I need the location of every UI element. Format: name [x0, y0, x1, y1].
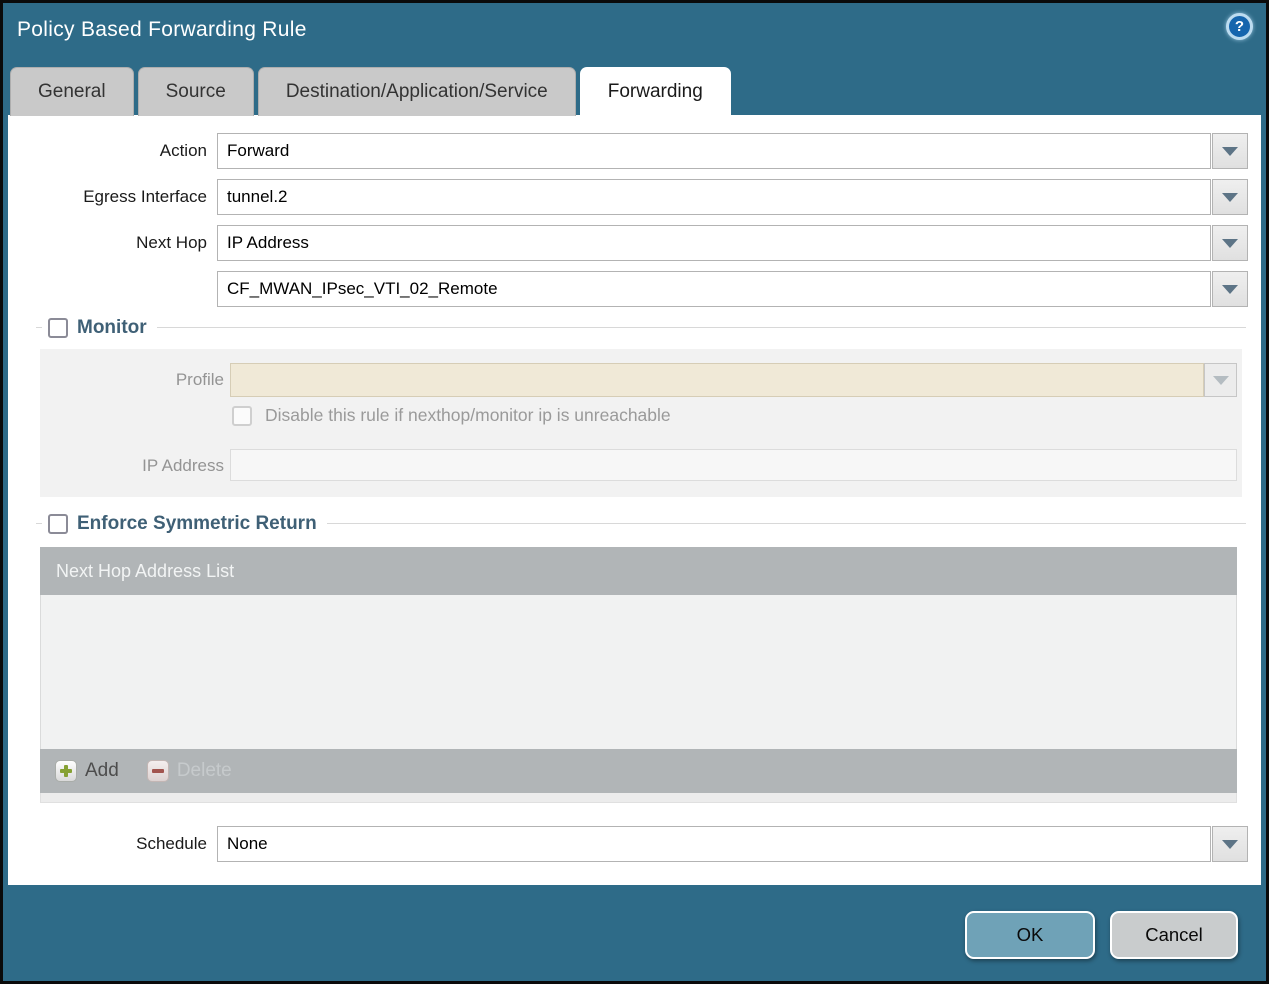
add-button[interactable]: Add — [55, 760, 119, 782]
egress-interface-value[interactable]: tunnel.2 — [217, 179, 1211, 215]
next-hop-address-list-toolbar: Add Delete — [40, 749, 1237, 793]
monitor-ip-address-label: IP Address — [142, 456, 224, 475]
delete-button-label: Delete — [176, 760, 232, 781]
egress-interface-select[interactable]: tunnel.2 — [217, 179, 1248, 215]
cancel-button[interactable]: Cancel — [1110, 911, 1238, 959]
enforce-symmetric-return-checkbox[interactable] — [48, 513, 68, 534]
next-hop-address-select[interactable]: CF_MWAN_IPsec_VTI_02_Remote — [217, 271, 1248, 307]
tab-bar: General Source Destination/Application/S… — [10, 67, 731, 116]
chevron-down-icon — [1222, 284, 1238, 294]
egress-interface-dropdown-button[interactable] — [1212, 179, 1248, 215]
tab-forwarding[interactable]: Forwarding — [579, 67, 731, 116]
next-hop-dropdown-button[interactable] — [1212, 225, 1248, 261]
profile-select — [230, 363, 1237, 397]
dialog-title: Policy Based Forwarding Rule — [17, 18, 307, 41]
plus-icon — [55, 760, 77, 782]
monitor-section-legend: Monitor — [42, 314, 157, 341]
add-button-label: Add — [85, 760, 119, 781]
egress-interface-label: Egress Interface — [83, 187, 207, 206]
monitor-ip-address-field — [230, 449, 1237, 481]
schedule-label: Schedule — [136, 834, 207, 853]
monitor-section-title: Monitor — [77, 316, 147, 338]
action-value[interactable]: Forward — [217, 133, 1211, 169]
tab-destination-application-service[interactable]: Destination/Application/Service — [257, 67, 576, 116]
chevron-down-icon — [1212, 375, 1229, 385]
enforce-symmetric-return-title: Enforce Symmetric Return — [77, 512, 317, 534]
action-label: Action — [159, 141, 207, 160]
next-hop-address-value[interactable]: CF_MWAN_IPsec_VTI_02_Remote — [217, 271, 1211, 307]
help-icon[interactable]: ? — [1226, 13, 1253, 40]
disable-rule-row: Disable this rule if nexthop/monitor ip … — [232, 405, 671, 426]
policy-based-forwarding-dialog: Policy Based Forwarding Rule ? General S… — [0, 0, 1269, 984]
chevron-down-icon — [1222, 146, 1238, 156]
delete-button: Delete — [146, 760, 232, 782]
profile-dropdown-button — [1204, 363, 1237, 397]
next-hop-address-list-body[interactable] — [40, 595, 1237, 749]
next-hop-address-list-header: Next Hop Address List — [40, 547, 1237, 595]
forwarding-tab-panel: Action Forward Egress Interface tunnel.2… — [8, 115, 1261, 885]
next-hop-address-dropdown-button[interactable] — [1212, 271, 1248, 307]
schedule-select[interactable]: None — [217, 826, 1248, 862]
minus-icon — [146, 760, 169, 782]
monitor-checkbox[interactable] — [48, 317, 68, 338]
schedule-dropdown-button[interactable] — [1212, 826, 1248, 862]
tab-source[interactable]: Source — [137, 67, 254, 116]
schedule-value[interactable]: None — [217, 826, 1211, 862]
monitor-section-border — [36, 327, 1246, 328]
enforce-symmetric-return-legend: Enforce Symmetric Return — [42, 510, 327, 537]
action-select[interactable]: Forward — [217, 133, 1248, 169]
disable-rule-checkbox — [232, 405, 252, 426]
monitor-section-body: Profile Disable this rule if nexthop/mon… — [40, 349, 1242, 497]
chevron-down-icon — [1222, 238, 1238, 248]
ok-button[interactable]: OK — [965, 911, 1095, 959]
profile-value — [230, 363, 1204, 397]
next-hop-select[interactable]: IP Address — [217, 225, 1248, 261]
next-hop-value[interactable]: IP Address — [217, 225, 1211, 261]
tab-general[interactable]: General — [10, 67, 134, 116]
action-dropdown-button[interactable] — [1212, 133, 1248, 169]
disable-rule-label: Disable this rule if nexthop/monitor ip … — [265, 405, 671, 425]
next-hop-label: Next Hop — [136, 233, 207, 252]
profile-label: Profile — [175, 370, 224, 389]
chevron-down-icon — [1222, 192, 1238, 202]
table-scroll-strip — [40, 793, 1237, 803]
chevron-down-icon — [1222, 839, 1238, 849]
next-hop-address-list-table: Next Hop Address List Add Delete — [40, 547, 1237, 803]
